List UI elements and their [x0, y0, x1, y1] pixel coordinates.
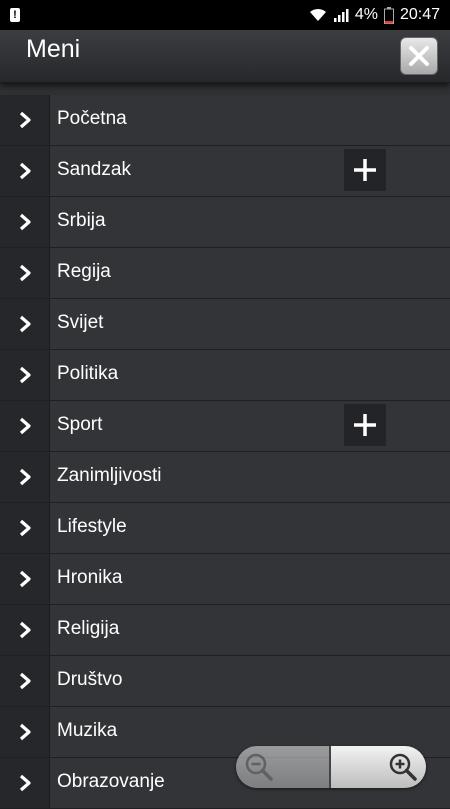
menu-item-label: Regija [57, 261, 111, 282]
chevron-right-icon[interactable] [0, 146, 50, 196]
chevron-right-icon[interactable] [0, 401, 50, 451]
plus-icon [354, 414, 376, 436]
menu-item-label: Društvo [57, 669, 123, 690]
menu-item[interactable]: Religija [0, 605, 450, 656]
chevron-right-icon[interactable] [0, 248, 50, 298]
zoom-in-button[interactable] [331, 746, 426, 788]
zoom-out-icon [245, 753, 273, 781]
menu-item[interactable]: Zanimljivosti [0, 452, 450, 503]
menu-item[interactable]: Sandzak [0, 146, 450, 197]
menu-item[interactable]: Početna [0, 95, 450, 146]
menu-item-label: Lifestyle [57, 516, 127, 537]
menu-item[interactable]: Hronika [0, 554, 450, 605]
chevron-right-icon[interactable] [0, 452, 50, 502]
menu-item[interactable]: Lifestyle [0, 503, 450, 554]
plus-icon [354, 159, 376, 181]
menu-item-label: Srbija [57, 210, 106, 231]
menu-item-label: Zanimljivosti [57, 465, 162, 486]
chevron-right-icon[interactable] [0, 197, 50, 247]
close-icon [409, 46, 429, 66]
menu-item[interactable]: Regija [0, 248, 450, 299]
chevron-right-icon[interactable] [0, 299, 50, 349]
menu-item[interactable]: Srbija [0, 197, 450, 248]
chevron-right-icon[interactable] [0, 707, 50, 757]
chevron-right-icon[interactable] [0, 554, 50, 604]
menu-item-label: Svijet [57, 312, 104, 333]
menu-item[interactable]: Društvo [0, 656, 450, 707]
menu-item-label: Sport [57, 414, 103, 435]
close-button[interactable] [400, 37, 438, 75]
zoom-control [236, 746, 426, 788]
notification-alert-icon: ! [10, 8, 20, 22]
wifi-icon [309, 8, 326, 21]
battery-percent: 4% [354, 6, 378, 23]
menu-item-label: Obrazovanje [57, 771, 165, 792]
menu-item[interactable]: Svijet [0, 299, 450, 350]
menu-header: Meni [0, 30, 450, 83]
chevron-right-icon[interactable] [0, 758, 50, 808]
page-title: Meni [26, 35, 81, 63]
expand-button[interactable] [344, 404, 386, 446]
menu-item[interactable]: Sport [0, 401, 450, 452]
menu-item[interactable]: Politika [0, 350, 450, 401]
chevron-right-icon[interactable] [0, 656, 50, 706]
expand-button[interactable] [344, 149, 386, 191]
signal-icon [333, 9, 349, 22]
status-bar: ! 4% 20:47 [0, 0, 450, 30]
chevron-right-icon[interactable] [0, 605, 50, 655]
chevron-right-icon[interactable] [0, 95, 50, 145]
menu-item-label: Politika [57, 363, 119, 384]
zoom-out-button[interactable] [236, 746, 331, 788]
menu-list: Početna Sandzak Srbija Regija Svijet Politika… [0, 95, 450, 809]
menu-item-label: Hronika [57, 567, 123, 588]
zoom-in-icon [389, 753, 417, 781]
menu-item-label: Početna [57, 108, 127, 129]
battery-icon [383, 6, 394, 24]
menu-item-label: Religija [57, 618, 120, 639]
chevron-right-icon[interactable] [0, 350, 50, 400]
menu-item-label: Sandzak [57, 159, 131, 180]
clock: 20:47 [399, 6, 440, 23]
chevron-right-icon[interactable] [0, 503, 50, 553]
menu-item-label: Muzika [57, 720, 118, 741]
